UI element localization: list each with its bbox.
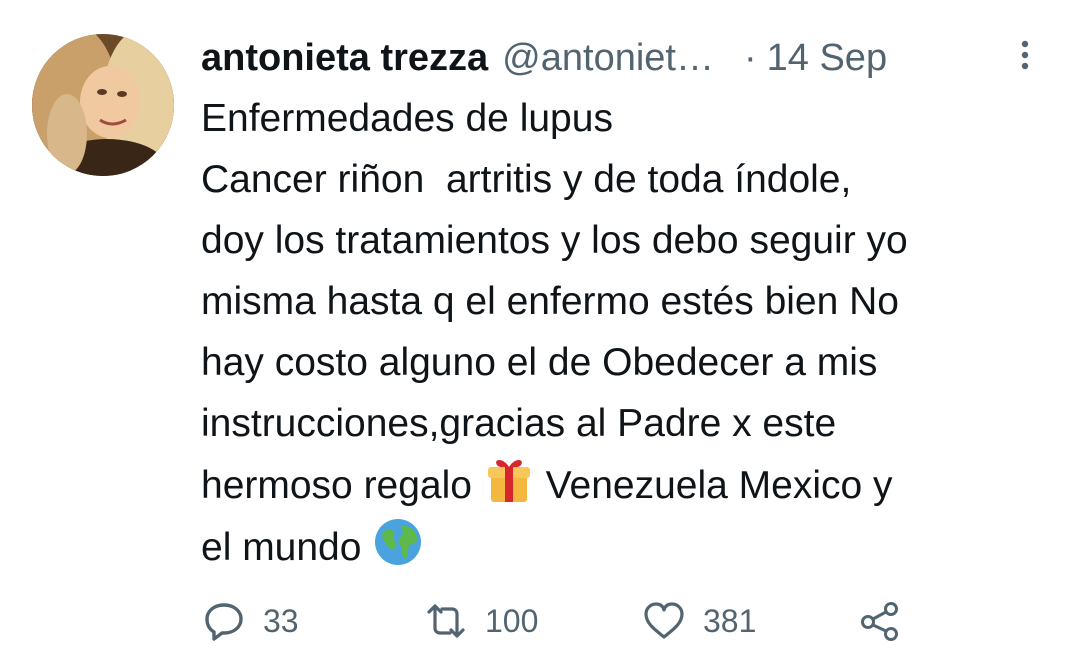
- author-handle[interactable]: @antoniet…: [502, 37, 714, 80]
- tweet-text-line: hay costo alguno el de Obedecer a mis: [201, 341, 878, 384]
- more-options-button[interactable]: [1015, 36, 1035, 76]
- reply-count: 33: [263, 602, 299, 639]
- retweet-icon: [427, 604, 465, 638]
- share-button[interactable]: [857, 596, 903, 646]
- avatar-photo: [32, 34, 174, 176]
- author-name[interactable]: antonieta trezza: [201, 37, 488, 80]
- retweet-button[interactable]: 100: [423, 596, 538, 646]
- tweet-text-line: Cancer riñon artritis y de toda índole,: [201, 158, 852, 201]
- gift-icon: [483, 454, 535, 506]
- tweet-text-line: instrucciones,gracias al Padre x este: [201, 402, 837, 445]
- share-icon: [861, 602, 898, 641]
- reply-icon: [205, 603, 243, 641]
- retweet-count: 100: [485, 602, 539, 639]
- tweet-text-line-with-gift: hermoso regalo Venezuela Mexico y: [201, 454, 1061, 516]
- tweet-date[interactable]: 14 Sep: [767, 37, 887, 80]
- tweet-text-line: Enfermedades de lupus: [201, 97, 613, 140]
- like-button[interactable]: 381: [641, 596, 756, 646]
- tweet[interactable]: antonieta trezza @antoniet… · 14 Sep Enf…: [0, 0, 1080, 659]
- heart-icon: [644, 602, 684, 639]
- tweet-text: Enfermedades de lupus Cancer riñon artri…: [201, 88, 1061, 578]
- more-vertical-icon: [1021, 40, 1029, 70]
- tweet-actions: 33 100 381: [201, 596, 961, 646]
- globe-icon: [372, 516, 424, 568]
- tweet-text-segment: Venezuela Mexico y: [545, 464, 893, 507]
- like-count: 381: [703, 602, 757, 639]
- tweet-text-line: doy los tratamientos y los debo seguir y…: [201, 219, 908, 262]
- avatar[interactable]: [32, 34, 174, 176]
- tweet-header: antonieta trezza @antoniet… · 14 Sep: [201, 30, 1051, 86]
- tweet-text-line: misma hasta q el enfermo estés bien No: [201, 280, 900, 323]
- reply-button[interactable]: 33: [201, 596, 299, 646]
- separator-dot: ·: [743, 36, 757, 79]
- tweet-text-line-with-globe: el mundo: [201, 516, 1061, 578]
- tweet-text-segment: hermoso regalo: [201, 464, 472, 507]
- tweet-text-segment: el mundo: [201, 526, 362, 569]
